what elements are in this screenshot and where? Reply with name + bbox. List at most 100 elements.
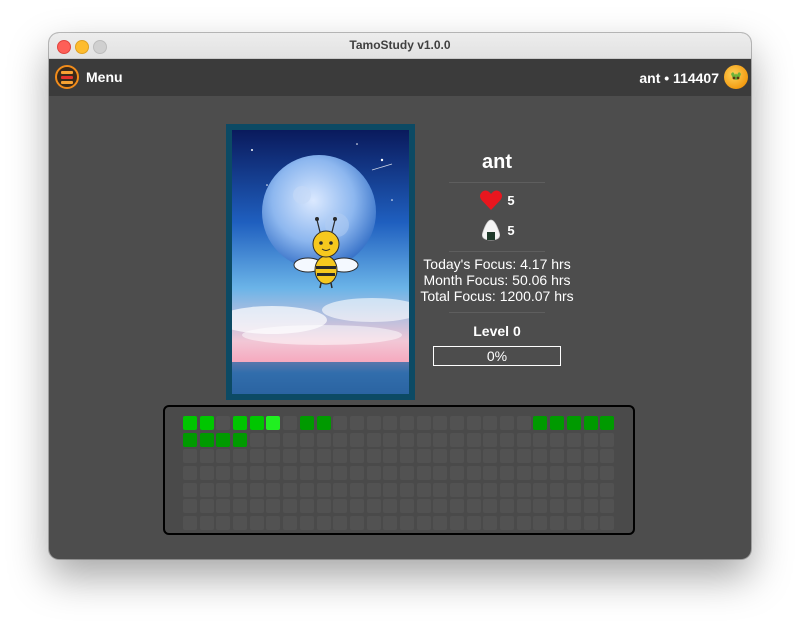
calendar-cell[interactable]	[500, 416, 515, 430]
calendar-cell[interactable]	[233, 466, 248, 481]
calendar-cell[interactable]	[349, 499, 364, 514]
calendar-cell[interactable]	[516, 516, 531, 531]
calendar-cell[interactable]	[283, 516, 298, 531]
calendar-cell[interactable]	[399, 432, 414, 447]
calendar-cell[interactable]	[600, 432, 615, 447]
calendar-cell[interactable]	[416, 516, 431, 531]
calendar-cell[interactable]	[583, 449, 598, 464]
calendar-cell[interactable]	[550, 449, 565, 464]
calendar-cell[interactable]	[299, 499, 314, 514]
calendar-cell[interactable]	[233, 482, 248, 497]
calendar-cell[interactable]	[283, 466, 298, 481]
calendar-cell[interactable]	[399, 449, 414, 464]
calendar-cell[interactable]	[533, 516, 548, 531]
calendar-cell[interactable]	[566, 516, 581, 531]
calendar-cell[interactable]	[283, 482, 298, 497]
calendar-cell[interactable]	[483, 482, 498, 497]
calendar-cell[interactable]	[249, 482, 264, 497]
calendar-cell[interactable]	[399, 482, 414, 497]
calendar-cell[interactable]	[550, 499, 565, 514]
calendar-cell[interactable]	[266, 449, 281, 464]
calendar-cell[interactable]	[333, 516, 348, 531]
calendar-cell[interactable]	[283, 416, 298, 430]
calendar-cell[interactable]	[399, 466, 414, 481]
calendar-cell[interactable]	[383, 516, 398, 531]
calendar-cell[interactable]	[216, 482, 231, 497]
calendar-cell[interactable]	[583, 499, 598, 514]
calendar-cell[interactable]	[600, 516, 615, 531]
calendar-cell[interactable]	[533, 482, 548, 497]
calendar-cell[interactable]	[416, 466, 431, 481]
calendar-cell[interactable]	[233, 516, 248, 531]
calendar-cell[interactable]	[483, 432, 498, 447]
calendar-cell[interactable]	[349, 482, 364, 497]
calendar-cell[interactable]	[500, 499, 515, 514]
calendar-cell[interactable]	[450, 516, 464, 531]
calendar-cell[interactable]	[349, 449, 364, 464]
calendar-cell[interactable]	[550, 466, 565, 481]
calendar-cell[interactable]	[183, 416, 197, 430]
calendar-cell[interactable]	[199, 466, 214, 481]
calendar-cell[interactable]	[183, 516, 197, 531]
calendar-cell[interactable]	[199, 449, 214, 464]
calendar-cell[interactable]	[283, 449, 298, 464]
calendar-cell[interactable]	[299, 416, 314, 430]
calendar-cell[interactable]	[516, 449, 531, 464]
calendar-cell[interactable]	[383, 432, 398, 447]
calendar-cell[interactable]	[283, 432, 298, 447]
calendar-cell[interactable]	[333, 432, 348, 447]
calendar-cell[interactable]	[399, 516, 414, 531]
calendar-cell[interactable]	[266, 432, 281, 447]
calendar-cell[interactable]	[433, 466, 448, 481]
calendar-cell[interactable]	[450, 482, 464, 497]
calendar-cell[interactable]	[366, 449, 381, 464]
calendar-cell[interactable]	[516, 432, 531, 447]
calendar-cell[interactable]	[450, 416, 464, 430]
calendar-cell[interactable]	[349, 516, 364, 531]
calendar-cell[interactable]	[299, 482, 314, 497]
calendar-cell[interactable]	[249, 416, 264, 430]
calendar-cell[interactable]	[416, 416, 431, 430]
calendar-cell[interactable]	[366, 466, 381, 481]
menu-button[interactable]: Menu	[55, 63, 123, 91]
calendar-cell[interactable]	[483, 449, 498, 464]
calendar-cell[interactable]	[516, 499, 531, 514]
calendar-cell[interactable]	[550, 482, 565, 497]
calendar-cell[interactable]	[399, 499, 414, 514]
calendar-cell[interactable]	[266, 416, 281, 430]
calendar-cell[interactable]	[216, 499, 231, 514]
calendar-cell[interactable]	[299, 466, 314, 481]
calendar-cell[interactable]	[583, 482, 598, 497]
calendar-cell[interactable]	[349, 416, 364, 430]
calendar-cell[interactable]	[266, 516, 281, 531]
calendar-cell[interactable]	[600, 499, 615, 514]
calendar-cell[interactable]	[433, 432, 448, 447]
calendar-cell[interactable]	[516, 416, 531, 430]
calendar-cell[interactable]	[533, 499, 548, 514]
calendar-cell[interactable]	[333, 482, 348, 497]
calendar-cell[interactable]	[533, 466, 548, 481]
calendar-cell[interactable]	[383, 466, 398, 481]
calendar-cell[interactable]	[333, 466, 348, 481]
calendar-cell[interactable]	[249, 516, 264, 531]
calendar-cell[interactable]	[583, 432, 598, 447]
calendar-cell[interactable]	[216, 516, 231, 531]
calendar-cell[interactable]	[216, 416, 231, 430]
calendar-cell[interactable]	[249, 432, 264, 447]
calendar-cell[interactable]	[299, 449, 314, 464]
calendar-cell[interactable]	[550, 416, 565, 430]
calendar-cell[interactable]	[249, 449, 264, 464]
calendar-cell[interactable]	[366, 432, 381, 447]
calendar-cell[interactable]	[249, 499, 264, 514]
calendar-cell[interactable]	[366, 416, 381, 430]
calendar-cell[interactable]	[500, 516, 515, 531]
calendar-cell[interactable]	[466, 416, 481, 430]
calendar-cell[interactable]	[183, 466, 197, 481]
calendar-cell[interactable]	[566, 416, 581, 430]
calendar-cell[interactable]	[500, 432, 515, 447]
calendar-cell[interactable]	[183, 432, 197, 447]
calendar-cell[interactable]	[600, 416, 615, 430]
calendar-cell[interactable]	[500, 482, 515, 497]
calendar-cell[interactable]	[450, 466, 464, 481]
calendar-cell[interactable]	[483, 499, 498, 514]
